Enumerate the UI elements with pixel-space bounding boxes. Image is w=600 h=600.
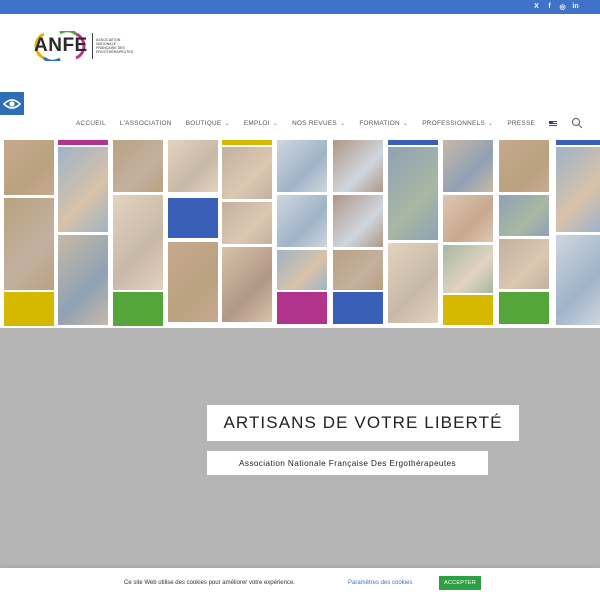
mosaic-photo <box>556 235 600 325</box>
chevron-down-icon: ⌄ <box>224 120 230 127</box>
logo-subtitle: ASSOCIATION NATIONALE FRANÇAISE DES ERGO… <box>96 37 134 55</box>
nav-label: PRESSE <box>507 119 536 127</box>
mosaic-color-block <box>113 292 163 326</box>
mosaic-photo <box>168 242 218 322</box>
nav-item-formation[interactable]: FORMATION ⌄ <box>359 120 408 127</box>
mosaic-photo <box>333 250 383 290</box>
nav-label: ACCUEIL <box>76 119 106 127</box>
mosaic-photo <box>4 198 54 290</box>
cookie-settings-link[interactable]: Paramètres des cookies <box>348 580 412 586</box>
mosaic-photo <box>277 195 327 247</box>
nav-label: PROFESSIONNELS <box>422 119 486 127</box>
mosaic-photo <box>113 140 163 192</box>
logo-word: ANFE <box>34 35 88 56</box>
mosaic-photo <box>222 247 272 322</box>
hero-subtitle: Association Nationale Française Des Ergo… <box>207 451 488 475</box>
nav-label: NOS REVUES <box>292 119 337 127</box>
logo-mark: ANFE <box>30 31 90 61</box>
mosaic-photo <box>222 202 272 244</box>
mosaic-photo <box>168 140 218 192</box>
site-logo[interactable]: ANFE ASSOCIATION NATIONALE FRANÇAISE DES… <box>30 31 134 61</box>
cookie-banner: Ce site Web utilise des cookies pour amé… <box>0 568 600 600</box>
mosaic-photo <box>499 140 549 192</box>
nav-item-presse[interactable]: PRESSE <box>507 120 535 127</box>
accept-cookies-button[interactable]: ACCEPTER <box>439 576 481 590</box>
site-header: ANFE ASSOCIATION NATIONALE FRANÇAISE DES… <box>0 14 600 140</box>
nav-label: EMPLOI <box>243 119 270 127</box>
main-nav: ACCUEIL L'ASSOCIATION BOUTIQUE ⌄ EMPLOI ⌄ … <box>76 117 583 129</box>
mosaic-photo <box>443 195 493 242</box>
nav-item-association[interactable]: L'ASSOCIATION <box>120 120 172 127</box>
language-flag-icon[interactable] <box>549 120 558 126</box>
chevron-down-icon: ⌄ <box>272 120 279 127</box>
mosaic-photo <box>499 239 549 289</box>
mosaic-photo <box>222 147 272 199</box>
mosaic-photo <box>333 195 383 247</box>
nav-label: BOUTIQUE <box>185 119 222 127</box>
chevron-down-icon: ⌄ <box>340 120 346 127</box>
mosaic-color-block <box>499 292 549 324</box>
mosaic-photo <box>4 140 54 195</box>
mosaic-color-block <box>388 140 438 145</box>
accessibility-button[interactable] <box>0 92 24 115</box>
social-links: X f ◎ in <box>532 2 580 11</box>
mosaic-photo <box>277 250 327 290</box>
logo-divider <box>92 33 93 59</box>
mosaic-photo <box>277 140 327 192</box>
nav-item-emploi[interactable]: EMPLOI ⌄ <box>244 120 278 127</box>
mosaic-photo <box>58 235 108 325</box>
mosaic-color-block <box>277 292 327 324</box>
mosaic-photo <box>443 245 493 293</box>
mosaic-color-block <box>556 140 600 145</box>
chevron-down-icon: ⌄ <box>402 120 409 127</box>
photo-mosaic <box>0 140 600 328</box>
hero-title: ARTISANS DE VOTRE LIBERTÉ <box>207 405 519 441</box>
nav-item-accueil[interactable]: ACCUEIL <box>76 120 106 127</box>
mosaic-color-block <box>222 140 272 145</box>
mosaic-photo <box>388 147 438 240</box>
hero-banner: ARTISANS DE VOTRE LIBERTÉ Association Na… <box>0 328 600 568</box>
facebook-icon[interactable]: f <box>545 2 554 11</box>
mosaic-color-block <box>443 295 493 325</box>
mosaic-photo <box>556 147 600 232</box>
eye-icon <box>3 98 21 109</box>
cookie-text: Ce site Web utilise des cookies pour amé… <box>124 580 295 586</box>
mosaic-photo <box>333 140 383 192</box>
mosaic-photo <box>443 140 493 192</box>
linkedin-icon[interactable]: in <box>571 2 580 11</box>
mosaic-color-block <box>333 292 383 324</box>
nav-label: L'ASSOCIATION <box>119 119 172 127</box>
mosaic-photo <box>58 147 108 232</box>
top-bar: X f ◎ in <box>0 0 600 14</box>
mosaic-color-block <box>168 198 218 238</box>
nav-item-boutique[interactable]: BOUTIQUE ⌄ <box>186 120 230 127</box>
nav-item-revues[interactable]: NOS REVUES ⌄ <box>292 120 345 127</box>
mosaic-photo <box>388 243 438 323</box>
mosaic-color-block <box>4 292 54 326</box>
chevron-down-icon: ⌄ <box>488 120 494 127</box>
nav-label: FORMATION <box>359 119 400 127</box>
instagram-icon[interactable]: ◎ <box>558 2 567 11</box>
nav-item-professionnels[interactable]: PROFESSIONNELS ⌄ <box>422 120 493 127</box>
x-icon[interactable]: X <box>532 2 541 11</box>
mosaic-color-block <box>58 140 108 145</box>
mosaic-photo <box>499 195 549 236</box>
mosaic-photo <box>113 195 163 290</box>
search-icon[interactable] <box>571 117 583 129</box>
